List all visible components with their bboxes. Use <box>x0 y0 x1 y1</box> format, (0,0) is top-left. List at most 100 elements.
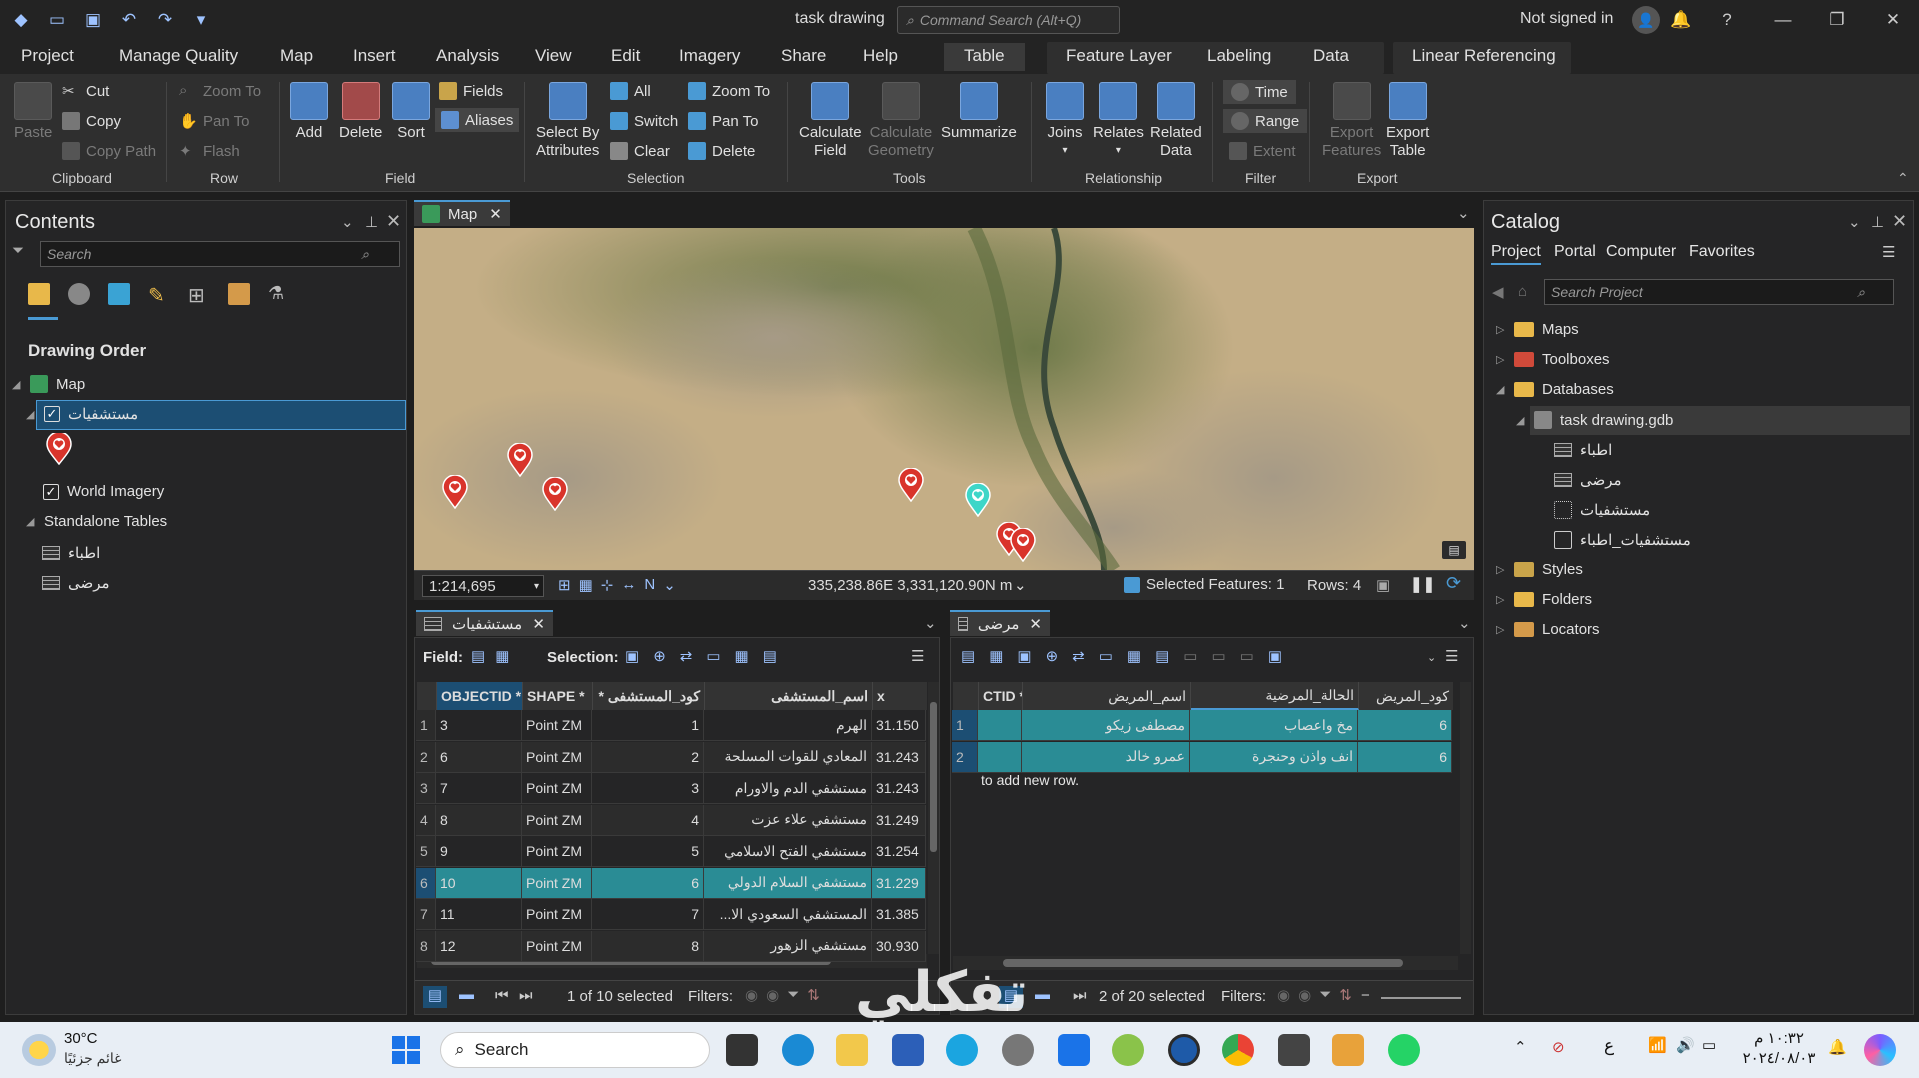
restore-icon[interactable]: ❐ <box>1822 6 1852 34</box>
close-icon[interactable]: ✕ <box>1892 211 1907 232</box>
start-button[interactable] <box>392 1036 420 1064</box>
table-cell[interactable]: 31.243 <box>872 741 926 772</box>
calculate-icon[interactable]: ▦ <box>495 647 509 665</box>
table-cell[interactable]: 3 <box>436 710 522 740</box>
selected-hospital-marker[interactable] <box>965 482 991 521</box>
selected-features-readout[interactable]: Selected Features: 1 <box>1124 576 1284 593</box>
weather-temp[interactable]: 30°C <box>64 1030 98 1047</box>
clear-icon[interactable]: ▭ <box>1099 647 1113 665</box>
select-by-attributes-icon[interactable]: ▣ <box>625 647 639 665</box>
media-player-icon[interactable] <box>1332 1034 1364 1066</box>
view-options-icon[interactable]: ⌄ <box>1457 204 1470 222</box>
switch-selection-button[interactable]: Switch <box>610 112 678 130</box>
table-row[interactable]: 4 8 Point ZM 4 مستشفي علاء عزت 31.249 <box>416 804 926 836</box>
select-by-attributes-button[interactable]: Select By Attributes <box>536 82 599 160</box>
table-cell[interactable]: مخ واعصاب <box>1190 710 1358 740</box>
table-cell[interactable]: Point ZM <box>522 899 592 929</box>
export-features-button[interactable]: Export Features <box>1322 82 1381 160</box>
row-pan-to-button[interactable]: ✋ Pan To <box>179 112 249 131</box>
mail-icon[interactable] <box>1058 1034 1090 1066</box>
table-icon[interactable]: ▣ <box>1376 576 1390 594</box>
clear-icon[interactable]: ▭ <box>706 647 720 665</box>
pin-icon[interactable]: ⊥ <box>365 213 378 231</box>
contents-search-input[interactable]: Search ⌕ <box>40 241 400 267</box>
tab-table[interactable]: Table <box>944 43 1025 71</box>
time-filter-toggle[interactable]: Time <box>1223 80 1296 104</box>
editing-icon[interactable]: ✎ <box>148 283 170 307</box>
table-row[interactable]: 5 9 Point ZM 5 مستشفي الفتح الاسلامي 31.254 <box>416 836 926 867</box>
clock-time[interactable]: ١٠:٣٢ م <box>1744 1029 1814 1047</box>
app-icon[interactable] <box>1278 1034 1310 1066</box>
selection-view-icon[interactable] <box>108 283 130 305</box>
table-row[interactable]: 2 6 Point ZM 2 المعادي للقوات المسلحة 31.243 <box>416 741 926 773</box>
catalog-tab-portal[interactable]: Portal <box>1554 243 1596 261</box>
col-patient-name[interactable]: اسم_المريض <box>1023 682 1191 710</box>
clear-selection-button[interactable]: Clear <box>610 142 670 160</box>
table-cell[interactable]: مستشفي الفتح الاسلامي <box>704 836 872 866</box>
table-cell[interactable]: 6 <box>436 741 522 772</box>
tab-view[interactable]: View <box>535 46 572 66</box>
catalog-maps[interactable]: ▷ Maps <box>1496 321 1579 338</box>
table-cell[interactable]: 7 <box>592 899 704 929</box>
overflow-icon[interactable]: ⌄ <box>1427 651 1436 664</box>
table-cell[interactable]: 3 <box>416 773 436 803</box>
filter-extent-icon[interactable]: ◉ <box>1277 986 1290 1004</box>
north-arrow-icon[interactable]: N <box>644 576 655 594</box>
add-field-icon[interactable]: ▤ <box>471 647 485 665</box>
row-selector-header[interactable] <box>953 682 979 710</box>
pin-icon[interactable]: ⊥ <box>1871 213 1884 231</box>
joins-icon[interactable]: ▭ <box>1240 647 1254 665</box>
table-cell[interactable]: Point ZM <box>522 804 592 835</box>
table-cell[interactable]: 30.930 <box>872 930 926 961</box>
redo-icon[interactable]: ↷ <box>154 9 176 31</box>
add-field-button[interactable]: Add <box>290 82 328 142</box>
sort-button[interactable]: Sort <box>392 82 430 142</box>
sign-in-status[interactable]: Not signed in <box>1520 10 1613 28</box>
catalog-gdb-item[interactable]: مستشفيات_اطباء <box>1554 531 1691 549</box>
related-icon[interactable]: ▭ <box>1211 647 1225 665</box>
related-data-button[interactable]: Related Data <box>1150 82 1202 160</box>
col-objectid[interactable]: OBJECTID * <box>437 682 523 710</box>
tab-analysis[interactable]: Analysis <box>436 46 499 66</box>
tab-labeling[interactable]: Labeling <box>1207 46 1271 66</box>
fields-button[interactable]: Fields <box>439 82 503 100</box>
whatsapp-icon[interactable] <box>1388 1034 1420 1066</box>
delete-field-button[interactable]: Delete <box>339 82 382 142</box>
layer-visibility-checkbox[interactable]: ✓ <box>44 406 60 422</box>
table-row[interactable]: 8 12 Point ZM 8 مستشفي الزهور 30.930 <box>416 930 926 962</box>
horizontal-scrollbar[interactable] <box>953 956 1458 970</box>
security-icon[interactable]: ⊘ <box>1552 1038 1565 1056</box>
delete-selected-button[interactable]: Delete <box>688 142 755 160</box>
file-explorer-icon[interactable] <box>836 1034 868 1066</box>
tree-table-patients[interactable]: مرضى <box>42 574 110 592</box>
add-field-icon[interactable]: ▤ <box>961 647 975 665</box>
table-cell[interactable]: 31.254 <box>872 836 926 866</box>
arcgis-pro-taskbar-icon[interactable] <box>1168 1034 1200 1066</box>
table-cell[interactable]: 6 <box>592 867 704 898</box>
table-menu-icon[interactable]: ☰ <box>911 647 924 665</box>
tab-imagery[interactable]: Imagery <box>679 46 740 66</box>
catalog-locators[interactable]: ▷ Locators <box>1496 621 1600 638</box>
filter-extent-icon[interactable]: ◉ <box>745 986 758 1004</box>
table-cell[interactable]: 6 <box>416 867 436 898</box>
close-icon[interactable]: ✕ <box>489 205 502 223</box>
table-cell[interactable]: Point ZM <box>522 710 592 740</box>
zoom-to-icon[interactable]: ⊕ <box>653 647 666 665</box>
table-cell[interactable]: 3 <box>592 773 704 803</box>
pause-drawing-icon[interactable]: ❚❚ <box>1410 575 1435 593</box>
maps-app-icon[interactable] <box>1112 1034 1144 1066</box>
col-patient-case[interactable]: الحالة_المرضية <box>1191 682 1359 710</box>
hospital-marker[interactable] <box>442 474 468 513</box>
task-view-icon[interactable] <box>726 1034 758 1066</box>
drawing-order-icon[interactable] <box>28 283 50 305</box>
charts-icon[interactable]: ⚗ <box>268 283 290 305</box>
input-language[interactable]: ع <box>1604 1036 1614 1056</box>
export-icon[interactable]: ▣ <box>1268 647 1282 665</box>
aliases-toggle[interactable]: Aliases <box>435 108 520 132</box>
row-selector-header[interactable] <box>417 682 437 710</box>
collapse-ribbon-icon[interactable]: ⌃ <box>1897 170 1909 187</box>
weather-icon[interactable] <box>22 1034 56 1066</box>
table-cell[interactable]: 31.229 <box>872 867 926 898</box>
col-objectid[interactable]: CTID * <box>979 682 1023 710</box>
tab-feature-layer[interactable]: Feature Layer <box>1066 46 1172 66</box>
